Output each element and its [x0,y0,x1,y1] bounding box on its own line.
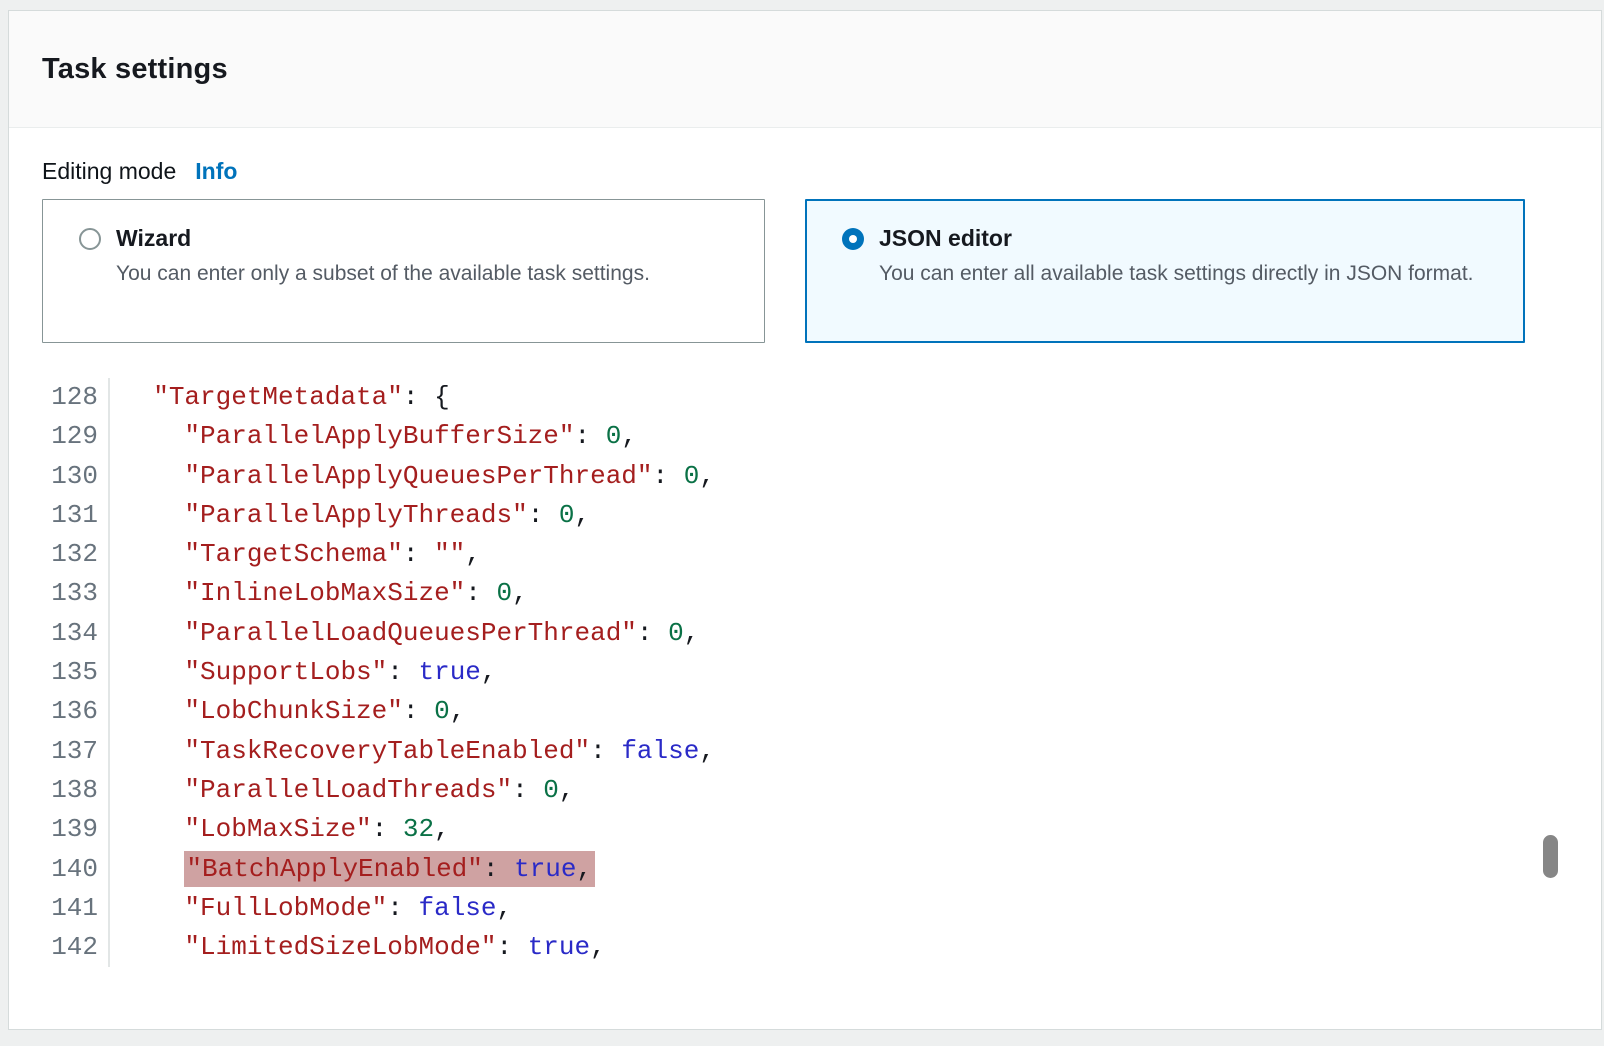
code-line[interactable]: 133 "InlineLobMaxSize": 0, [42,574,1568,613]
code-line-text: "FullLobMode": false, [110,889,512,928]
line-number: 131 [42,496,110,535]
code-line[interactable]: 135 "SupportLobs": true, [42,653,1568,692]
vertical-scrollbar-thumb[interactable] [1543,835,1558,878]
editing-mode-row: Editing mode Info [42,158,1568,185]
line-number: 130 [42,457,110,496]
code-line[interactable]: 134 "ParallelLoadQueuesPerThread": 0, [42,614,1568,653]
line-number: 141 [42,889,110,928]
code-line-text: "ParallelApplyBufferSize": 0, [110,417,637,456]
code-line[interactable]: 137 "TaskRecoveryTableEnabled": false, [42,732,1568,771]
editing-mode-tiles: Wizard You can enter only a subset of th… [42,199,1568,343]
code-line[interactable]: 140 "BatchApplyEnabled": true, [42,850,1568,889]
code-line-text: "BatchApplyEnabled": true, [110,850,595,889]
code-line[interactable]: 141 "FullLobMode": false, [42,889,1568,928]
code-line-text: "ParallelLoadThreads": 0, [110,771,575,810]
code-line-text: "ParallelApplyQueuesPerThread": 0, [110,457,715,496]
line-number: 135 [42,653,110,692]
code-line-text: "TargetSchema": "", [110,535,481,574]
tile-json-editor[interactable]: JSON editor You can enter all available … [805,199,1525,343]
code-line[interactable]: 131 "ParallelApplyThreads": 0, [42,496,1568,535]
code-line[interactable]: 128 "TargetMetadata": { [42,378,1568,417]
code-line-text: "ParallelApplyThreads": 0, [110,496,590,535]
code-line-text: "TaskRecoveryTableEnabled": false, [110,732,715,771]
tile-json-editor-description: You can enter all available task setting… [879,259,1479,289]
line-number: 134 [42,614,110,653]
highlighted-code: "BatchApplyEnabled": true, [184,851,595,887]
radio-selected-icon[interactable] [842,228,864,250]
code-line[interactable]: 129 "ParallelApplyBufferSize": 0, [42,417,1568,456]
task-settings-card: Task settings Editing mode Info Wizard Y… [8,10,1602,1030]
line-number: 132 [42,535,110,574]
code-line[interactable]: 136 "LobChunkSize": 0, [42,692,1568,731]
tile-wizard-head: Wizard [79,225,734,252]
code-line[interactable]: 142 "LimitedSizeLobMode": true, [42,928,1568,967]
line-number: 137 [42,732,110,771]
tile-json-editor-head: JSON editor [842,225,1494,252]
editing-mode-label: Editing mode [42,158,176,185]
line-number: 138 [42,771,110,810]
line-number: 140 [42,850,110,889]
tile-wizard[interactable]: Wizard You can enter only a subset of th… [42,199,765,343]
line-number: 142 [42,928,110,967]
tile-wizard-description: You can enter only a subset of the avail… [116,259,734,289]
line-number: 128 [42,378,110,417]
code-line-text: "LimitedSizeLobMode": true, [110,928,606,967]
code-line-text: "LobChunkSize": 0, [110,692,465,731]
line-number: 136 [42,692,110,731]
tile-json-editor-label: JSON editor [879,225,1012,252]
page-title: Task settings [42,53,228,86]
card-body: Editing mode Info Wizard You can enter o… [9,158,1601,967]
card-header: Task settings [9,11,1601,128]
code-line-text: "LobMaxSize": 32, [110,810,450,849]
line-number: 139 [42,810,110,849]
code-line-text: "InlineLobMaxSize": 0, [110,574,528,613]
line-number: 133 [42,574,110,613]
tile-wizard-label: Wizard [116,225,191,252]
code-line[interactable]: 132 "TargetSchema": "", [42,535,1568,574]
code-line[interactable]: 130 "ParallelApplyQueuesPerThread": 0, [42,457,1568,496]
code-lines: 128 "TargetMetadata": {129 "ParallelAppl… [42,378,1568,967]
info-link[interactable]: Info [195,158,237,185]
radio-unselected-icon[interactable] [79,228,101,250]
code-line[interactable]: 139 "LobMaxSize": 32, [42,810,1568,849]
code-line-text: "TargetMetadata": { [110,378,450,417]
code-line-text: "ParallelLoadQueuesPerThread": 0, [110,614,699,653]
line-number: 129 [42,417,110,456]
code-line-text: "SupportLobs": true, [110,653,497,692]
code-line[interactable]: 138 "ParallelLoadThreads": 0, [42,771,1568,810]
json-code-editor[interactable]: 128 "TargetMetadata": {129 "ParallelAppl… [42,378,1568,967]
